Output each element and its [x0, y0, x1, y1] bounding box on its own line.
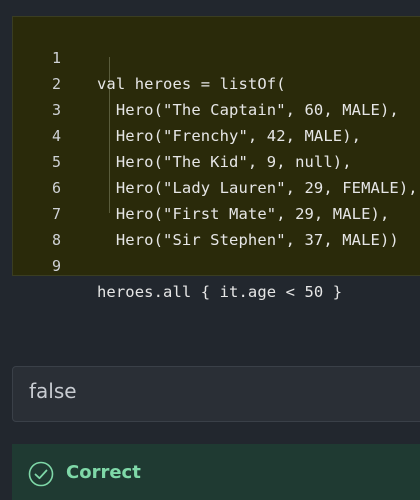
- feedback-label: Correct: [66, 462, 141, 483]
- code-line: 3 Hero("Frenchy", 42, MALE),: [13, 71, 420, 145]
- code-line: 6 Hero("First Mate", 29, MALE),: [13, 149, 420, 223]
- answer-input[interactable]: false: [12, 366, 420, 422]
- answer-value: false: [29, 379, 77, 403]
- code-line: 8: [13, 201, 420, 249]
- code-line: 7 Hero("Sir Stephen", 37, MALE)): [13, 175, 420, 249]
- check-circle-icon: [28, 461, 54, 487]
- code-line: 2 Hero("The Captain", 60, MALE),: [13, 45, 420, 119]
- feedback-banner: Correct: [12, 444, 420, 500]
- code-line: 1 val heroes = listOf(: [13, 19, 420, 93]
- code-editor: 1 val heroes = listOf( 2 Hero("The Capta…: [12, 16, 420, 301]
- line-number: 9: [51, 257, 61, 275]
- code-line: 4 Hero("The Kid", 9, null),: [13, 97, 420, 171]
- code-line: 9 heroes.all { it.age < 50 }: [13, 227, 420, 301]
- code-text: heroes.all { it.age < 50 }: [97, 283, 343, 301]
- code-line: 5 Hero("Lady Lauren", 29, FEMALE),: [13, 123, 420, 197]
